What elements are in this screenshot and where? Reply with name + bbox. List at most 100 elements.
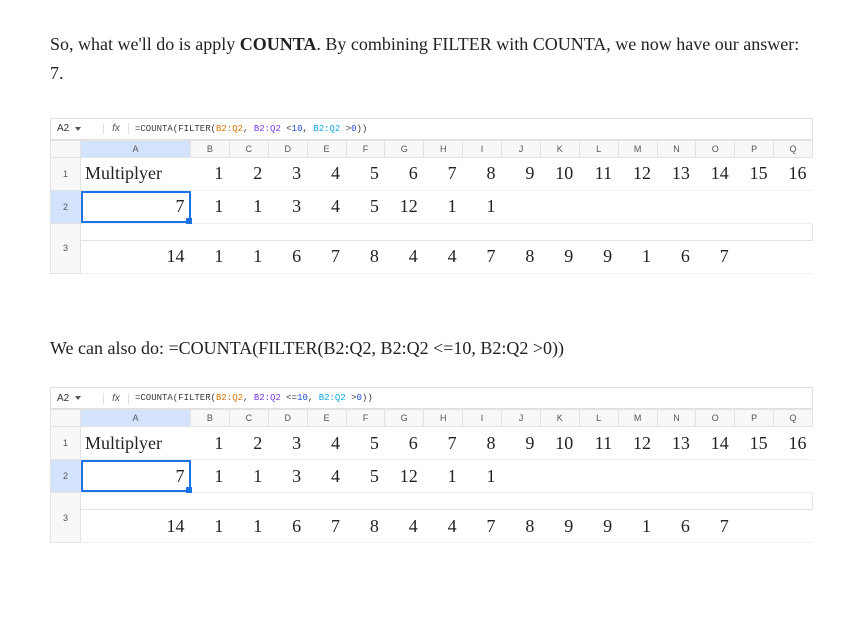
cell[interactable]: 12 [618,157,657,190]
cell[interactable]: 7 [307,510,346,543]
cell[interactable] [540,190,579,223]
cell[interactable]: 16 [774,157,813,190]
col-header-F[interactable]: F [346,410,385,427]
cell[interactable]: 13 [657,427,696,460]
col-header-P[interactable]: P [735,140,774,157]
col-header-H[interactable]: H [424,410,463,427]
cell[interactable]: 6 [385,157,424,190]
cell[interactable]: 7 [307,240,346,273]
name-box[interactable]: A2 [51,123,103,134]
cell[interactable]: 7 [463,510,502,543]
cell[interactable]: 1 [463,190,502,223]
cell[interactable]: 5 [346,157,385,190]
select-all-corner[interactable] [51,140,81,157]
cell[interactable]: 13 [657,157,696,190]
cell[interactable]: 9 [540,510,579,543]
cell[interactable] [502,460,541,493]
cell[interactable] [696,190,735,223]
cell[interactable]: 3 [268,157,307,190]
cell[interactable]: 4 [307,427,346,460]
cell[interactable]: 10 [540,427,579,460]
cell[interactable]: 14 [81,240,191,273]
cell[interactable]: 11 [579,157,618,190]
cell[interactable]: 6 [268,240,307,273]
cell[interactable]: 3 [268,460,307,493]
cell[interactable]: 7 [424,427,463,460]
col-header-L[interactable]: L [579,140,618,157]
col-header-I[interactable]: I [463,410,502,427]
cell[interactable]: 15 [735,157,774,190]
cell-selected-A2[interactable]: 7 [81,460,191,493]
col-header-D[interactable]: D [268,140,307,157]
cell[interactable] [735,240,774,273]
col-header-F[interactable]: F [346,140,385,157]
cell[interactable]: 8 [463,427,502,460]
select-all-corner[interactable] [51,410,81,427]
cell[interactable]: 7 [696,240,735,273]
cell[interactable] [774,190,813,223]
cell[interactable] [540,460,579,493]
cell[interactable]: 1 [618,240,657,273]
row-header-3[interactable]: 3 [51,223,81,273]
cell[interactable]: 7 [696,510,735,543]
cell[interactable]: 5 [346,460,385,493]
cell[interactable] [657,190,696,223]
cell[interactable] [774,240,813,273]
col-header-N[interactable]: N [657,140,696,157]
cell[interactable]: 1 [191,240,230,273]
col-header-D[interactable]: D [268,410,307,427]
cell[interactable] [735,510,774,543]
cell[interactable] [735,190,774,223]
cell[interactable]: 7 [424,157,463,190]
cell[interactable]: 1 [424,190,463,223]
cell[interactable]: 5 [346,190,385,223]
col-header-Q[interactable]: Q [774,410,813,427]
cell[interactable]: 16 [774,427,813,460]
cell[interactable]: 12 [618,427,657,460]
col-header-K[interactable]: K [540,140,579,157]
cell[interactable]: 1 [424,460,463,493]
col-header-O[interactable]: O [696,140,735,157]
cell[interactable]: 15 [735,427,774,460]
cell[interactable]: 1 [229,190,268,223]
cell[interactable]: 8 [502,240,541,273]
cell[interactable] [618,190,657,223]
col-header-G[interactable]: G [385,140,424,157]
cell[interactable]: 12 [385,190,424,223]
cell[interactable]: 3 [268,427,307,460]
col-header-A[interactable]: A [81,140,191,157]
cell[interactable] [774,510,813,543]
cell[interactable]: 1 [229,460,268,493]
row-header-3[interactable]: 3 [51,493,81,543]
cell[interactable]: 9 [502,427,541,460]
cell[interactable]: 1 [618,510,657,543]
col-header-J[interactable]: J [502,410,541,427]
col-header-C[interactable]: C [229,140,268,157]
cell[interactable] [618,460,657,493]
col-header-G[interactable]: G [385,410,424,427]
col-header-B[interactable]: B [191,140,230,157]
cell[interactable] [774,460,813,493]
cell[interactable]: 14 [696,427,735,460]
col-header-K[interactable]: K [540,410,579,427]
col-header-H[interactable]: H [424,140,463,157]
cell[interactable]: 1 [229,240,268,273]
cell[interactable]: 1 [191,427,230,460]
cell[interactable]: 9 [579,510,618,543]
cell[interactable]: 1 [191,190,230,223]
cell[interactable]: 5 [346,427,385,460]
cell[interactable]: 9 [502,157,541,190]
cell[interactable] [657,460,696,493]
grid[interactable]: A B C D E F G H I J K L M N O P Q 1 Mult… [50,140,813,274]
col-header-L[interactable]: L [579,410,618,427]
cell[interactable]: 6 [385,427,424,460]
cell[interactable]: 4 [307,157,346,190]
col-header-O[interactable]: O [696,410,735,427]
cell[interactable]: 4 [385,510,424,543]
cell[interactable]: Multiplyer [81,157,191,190]
cell-empty[interactable] [81,223,813,240]
cell[interactable]: 11 [579,427,618,460]
col-header-J[interactable]: J [502,140,541,157]
cell-empty[interactable] [81,493,813,510]
col-header-M[interactable]: M [618,410,657,427]
